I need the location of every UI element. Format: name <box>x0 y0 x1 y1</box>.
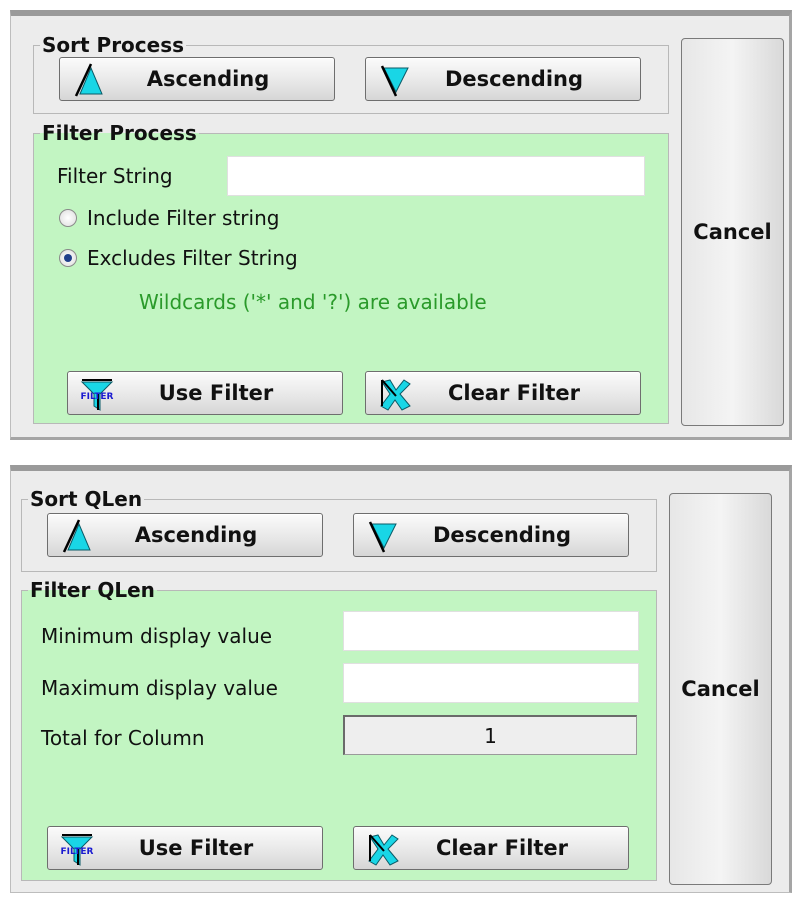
filter-icon: FILTER <box>61 834 94 866</box>
qlen-descending-button[interactable]: Descending <box>353 513 629 557</box>
qlen-use-filter-button[interactable]: FILTER Use Filter <box>47 826 323 870</box>
process-sort-filter-dialog: Sort Process Ascending Descending Filter… <box>10 10 792 440</box>
filter-icon: FILTER <box>81 379 114 411</box>
filter-qlen-title: Filter QLen <box>30 578 155 602</box>
include-filter-label: Include Filter string <box>87 206 280 230</box>
minimum-display-label: Minimum display value <box>41 624 273 648</box>
qlen-sort-filter-dialog: Sort QLen Ascending Descending Filter QL… <box>10 465 792 893</box>
sort-process-title: Sort Process <box>42 33 185 57</box>
minimum-display-input[interactable] <box>343 611 639 651</box>
filter-string-label: Filter String <box>57 164 173 188</box>
qlen-ascending-button[interactable]: Ascending <box>47 513 323 557</box>
filter-process-title: Filter Process <box>42 121 197 145</box>
total-for-column-value: 1 <box>343 715 637 755</box>
wildcards-hint: Wildcards ('*' and '?') are available <box>139 290 487 314</box>
ascending-triangle-icon <box>62 519 91 553</box>
clear-x-icon <box>380 379 411 411</box>
sort-qlen-title: Sort QLen <box>30 487 143 511</box>
descending-button[interactable]: Descending <box>365 57 641 101</box>
maximum-display-label: Maximum display value <box>41 676 278 700</box>
ascending-button[interactable]: Ascending <box>59 57 335 101</box>
filter-icon-text: FILTER <box>61 847 94 857</box>
descending-triangle-icon <box>368 521 397 553</box>
descending-triangle-icon <box>380 65 409 97</box>
include-filter-option[interactable]: Include Filter string <box>59 206 279 230</box>
clear-filter-button[interactable]: Clear Filter <box>365 371 641 415</box>
include-filter-radio[interactable] <box>59 209 77 227</box>
cancel-button[interactable]: Cancel <box>681 38 784 426</box>
qlen-clear-filter-button[interactable]: Clear Filter <box>353 826 629 870</box>
exclude-filter-radio[interactable] <box>59 249 77 267</box>
maximum-display-input[interactable] <box>343 663 639 703</box>
total-for-column-label: Total for Column <box>41 726 205 750</box>
qlen-cancel-button[interactable]: Cancel <box>669 493 772 885</box>
use-filter-button[interactable]: FILTER Use Filter <box>67 371 343 415</box>
ascending-triangle-icon <box>74 63 103 97</box>
filter-string-input[interactable] <box>227 156 645 196</box>
exclude-filter-label: Excludes Filter String <box>87 246 298 270</box>
exclude-filter-option[interactable]: Excludes Filter String <box>59 246 298 270</box>
filter-icon-text: FILTER <box>81 392 114 402</box>
clear-x-icon <box>368 834 399 866</box>
